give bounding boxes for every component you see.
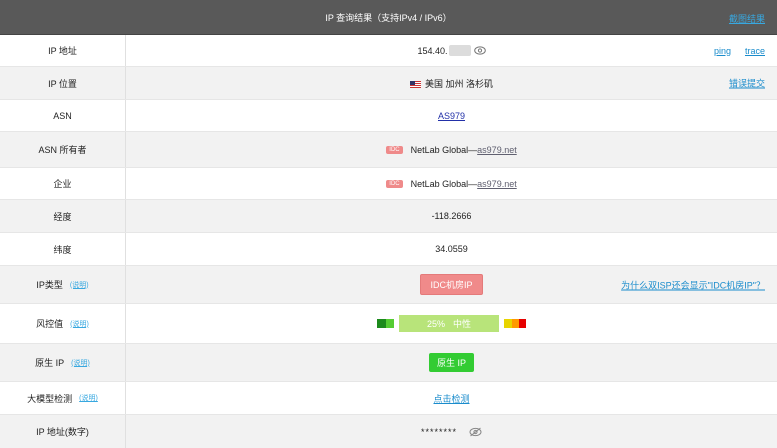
idc-tag: IDC	[386, 145, 403, 154]
row-ai-check: 大模型检测 (说明) 点击检测	[0, 382, 777, 415]
us-flag-icon	[409, 80, 421, 88]
ping-link[interactable]: ping	[714, 46, 731, 56]
longitude-value: -118.2666	[431, 211, 472, 221]
ai-check-label: 大模型检测 (说明)	[0, 382, 126, 414]
ip-numeric-value: ********	[126, 415, 777, 448]
native-label-text: 原生 IP	[35, 358, 65, 368]
screenshot-result-link[interactable]: 截图结果	[729, 12, 765, 25]
native-note-link[interactable]: (说明)	[71, 358, 90, 368]
asn-label: ASN	[0, 100, 126, 131]
risk-label: 风控值 (说明)	[0, 304, 126, 343]
asn-owner-name: NetLab Global—	[410, 144, 478, 155]
row-company: 企业 IDC NetLab Global— as979.net	[0, 168, 777, 200]
risk-current-level: 25% 中性	[399, 315, 499, 332]
native-label: 原生 IP (说明)	[0, 344, 126, 381]
row-asn: ASN AS979	[0, 100, 777, 132]
report-error-link[interactable]: 错误提交	[729, 77, 765, 90]
risk-label-text: 风控值	[36, 319, 64, 329]
ip-address-text: 154.40.	[417, 45, 448, 56]
risk-seg-low	[386, 319, 394, 328]
row-native-ip: 原生 IP (说明) 原生 IP	[0, 344, 777, 382]
ip-numeric-masked: ********	[420, 426, 458, 437]
click-detect-link[interactable]: 点击检测	[433, 392, 469, 405]
row-ip-type: IP类型 (说明) IDC机房IP 为什么双ISP还会显示"IDC机房IP"？	[0, 266, 777, 304]
row-ip-numeric: IP 地址(数字) ********	[0, 415, 777, 448]
result-header: IP 查询结果（支持IPv4 / IPv6） 截图结果	[0, 0, 777, 35]
ip-redacted-mask	[448, 45, 471, 56]
risk-value: 25% 中性	[126, 304, 777, 343]
risk-percent: 25%	[426, 318, 445, 329]
idc-tag: IDC	[386, 179, 403, 188]
asn-link[interactable]: AS979	[438, 111, 465, 121]
ip-address-label: IP 地址	[0, 35, 126, 66]
longitude-label: 经度	[0, 200, 126, 232]
company-value: IDC NetLab Global— as979.net	[126, 168, 777, 199]
risk-seg-very-high	[519, 319, 526, 328]
eye-icon[interactable]	[473, 46, 486, 55]
row-ip-address: IP 地址 154.40. ping trace	[0, 35, 777, 67]
risk-seg-elevated	[504, 319, 512, 328]
company-name: NetLab Global—	[410, 178, 478, 189]
ip-location-value: 美国 加州 洛杉矶 错误提交	[126, 67, 777, 99]
ai-check-label-text: 大模型检测	[27, 393, 73, 404]
ip-type-badge: IDC机房IP	[420, 274, 483, 295]
idc-explain-link[interactable]: 为什么双ISP还会显示"IDC机房IP"？	[621, 278, 765, 291]
asn-owner-label: ASN 所有者	[0, 132, 126, 167]
latitude-label: 纬度	[0, 233, 126, 265]
row-latitude: 纬度 34.0559	[0, 233, 777, 266]
latitude-value: 34.0559	[435, 244, 468, 254]
location-text: 美国 加州 洛杉矶	[424, 78, 493, 89]
row-ip-location: IP 位置 美国 加州 洛杉矶 错误提交	[0, 67, 777, 100]
ip-type-label: IP类型 (说明)	[0, 266, 126, 303]
row-risk-score: 风控值 (说明) 25% 中性	[0, 304, 777, 344]
asn-owner-value: IDC NetLab Global— as979.net	[126, 132, 777, 167]
ai-check-value: 点击检测	[126, 382, 777, 414]
company-label: 企业	[0, 168, 126, 199]
native-value: 原生 IP	[126, 344, 777, 381]
ip-type-note-link[interactable]: (说明)	[70, 280, 89, 290]
ip-tools-links: ping trace	[714, 46, 765, 56]
ai-check-note-link[interactable]: (说明)	[79, 393, 98, 403]
risk-seg-high	[512, 319, 519, 328]
risk-note-link[interactable]: (说明)	[70, 319, 89, 329]
ip-type-value: IDC机房IP 为什么双ISP还会显示"IDC机房IP"？	[126, 266, 777, 303]
ip-address-value: 154.40. ping trace	[126, 35, 777, 66]
eye-slash-icon[interactable]	[469, 427, 482, 437]
header-title: IP 查询结果（支持IPv4 / IPv6）	[325, 12, 452, 23]
ip-location-label: IP 位置	[0, 67, 126, 99]
native-ip-badge: 原生 IP	[428, 353, 474, 372]
company-domain-link[interactable]: as979.net	[477, 179, 517, 189]
ip-numeric-label: IP 地址(数字)	[0, 415, 126, 448]
risk-level: 中性	[453, 319, 472, 329]
asn-value: AS979	[126, 100, 777, 131]
asn-owner-domain-link[interactable]: as979.net	[477, 145, 517, 155]
trace-link[interactable]: trace	[745, 46, 765, 56]
row-longitude: 经度 -118.2666	[0, 200, 777, 233]
row-asn-owner: ASN 所有者 IDC NetLab Global— as979.net	[0, 132, 777, 168]
ip-type-label-text: IP类型	[36, 280, 63, 290]
risk-meter: 25% 中性	[377, 315, 526, 332]
risk-seg-very-low	[377, 319, 386, 328]
